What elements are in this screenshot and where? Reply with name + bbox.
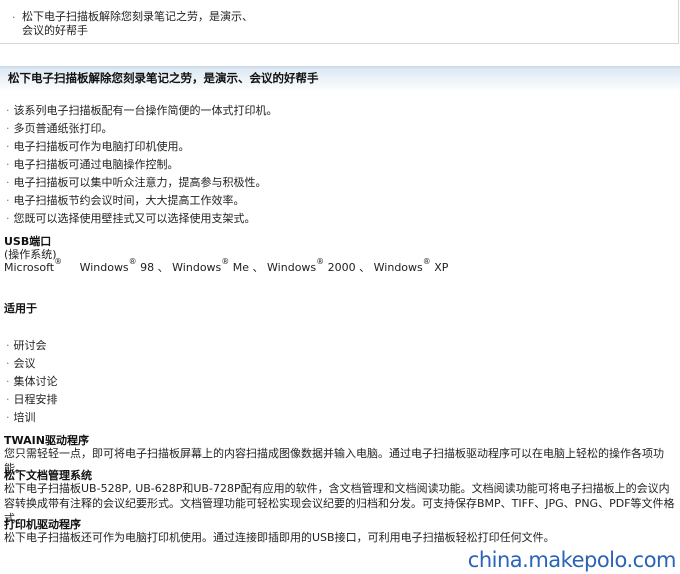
bullet-icon: · (6, 122, 10, 135)
docmgmt-description: 松下电子扫描板UB-528P, UB-628P和UB-728P配有应用的软件，含… (4, 482, 675, 525)
os-item: Windows® Me 、 (172, 257, 264, 274)
os-item: Windows® XP (373, 257, 449, 274)
bullet-icon: · (6, 158, 10, 171)
bullet-icon: · (6, 140, 10, 153)
site-watermark: china.makepolo.com (467, 548, 677, 572)
bullet-icon: · (6, 212, 10, 225)
os-item: Microsoft® (4, 257, 63, 274)
os-list: Microsoft® Windows® 98 、 Windows® Me 、 W… (4, 257, 449, 275)
printer-description: 松下电子扫描板还可作为电脑打印机使用。通过连接即插即用的USB接口，可利用电子扫… (4, 531, 555, 544)
summary-line-1: 松下电子扫描板解除您刻录笔记之劳，是演示、 (22, 10, 253, 23)
list-item: · 电子扫描板节约会议时间，大大提高工作效率。 (6, 194, 245, 207)
bullet-icon: · (6, 176, 10, 189)
bullet-icon: · (6, 393, 10, 406)
bullet-icon: · (6, 339, 10, 352)
list-item: · 集体讨论 (6, 375, 58, 388)
bullet-icon: · (12, 11, 16, 24)
list-item: · 培训 (6, 411, 36, 424)
summary-line-2: 会议的好帮手 (22, 24, 88, 37)
section-title: 松下电子扫描板解除您刻录笔记之劳，是演示、会议的好帮手 (8, 71, 319, 85)
bullet-icon: · (6, 375, 10, 388)
bullet-icon: · (6, 411, 10, 424)
bullet-icon: · (6, 194, 10, 207)
applicable-heading: 适用于 (4, 302, 37, 315)
list-item: · 电子扫描板可以集中听众注意力，提高参与积极性。 (6, 176, 267, 189)
os-item: Windows® 2000 、 (267, 257, 371, 274)
list-item: · 多页普通纸张打印。 (6, 122, 113, 135)
list-item: · 该系列电子扫描板配有一台操作简便的一体式打印机。 (6, 104, 278, 117)
list-item: · 会议 (6, 357, 36, 370)
bullet-icon: · (6, 357, 10, 370)
list-item: · 电子扫描板可通过电脑操作控制。 (6, 158, 179, 171)
bullet-icon: · (6, 104, 10, 117)
list-item: · 您既可以选择使用壁挂式又可以选择使用支架式。 (6, 212, 256, 225)
os-item: Windows® 98 、 (79, 257, 169, 274)
list-item: · 研讨会 (6, 339, 47, 352)
list-item: · 电子扫描板可作为电脑打印机使用。 (6, 140, 190, 153)
twain-description: 您只需轻轻一点，即可将电子扫描板屏幕上的内容扫描成图像数据并输入电脑。通过电子扫… (4, 447, 664, 475)
list-item: · 日程安排 (6, 393, 58, 406)
summary-box: · 松下电子扫描板解除您刻录笔记之劳，是演示、 会议的好帮手 (0, 0, 679, 44)
